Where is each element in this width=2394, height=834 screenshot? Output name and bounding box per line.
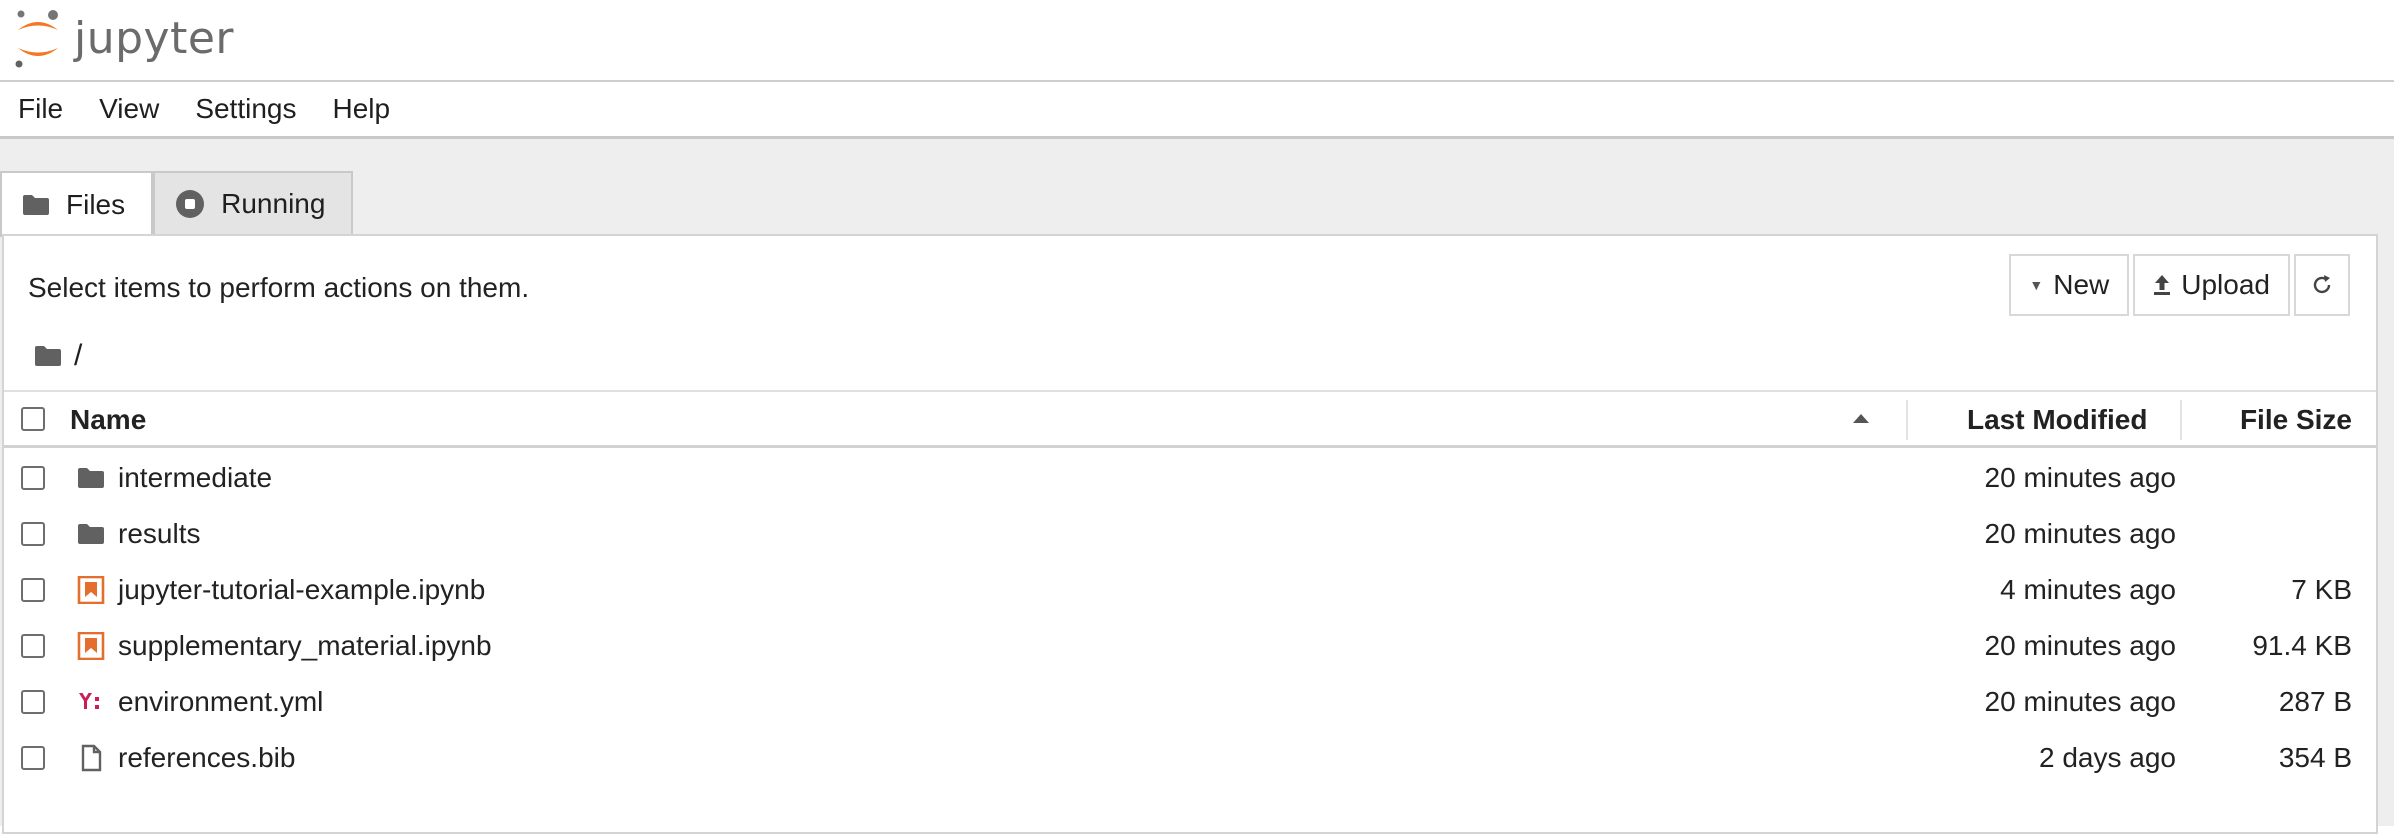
- file-modified: 20 minutes ago: [1984, 630, 2176, 661]
- notebook-icon: [76, 575, 106, 605]
- yaml-icon: [76, 688, 106, 716]
- upload-button[interactable]: Upload: [2133, 254, 2290, 316]
- select-all-checkbox[interactable]: [21, 407, 45, 431]
- notebook-icon: [76, 631, 106, 661]
- breadcrumb: /: [34, 339, 82, 373]
- file-name[interactable]: supplementary_material.ipynb: [118, 618, 492, 674]
- menu-help[interactable]: Help: [314, 82, 408, 136]
- file-size: 7 KB: [2291, 574, 2352, 605]
- jupyter-logo-icon: [12, 6, 64, 70]
- tab-running[interactable]: Running: [153, 171, 354, 235]
- breadcrumb-root[interactable]: /: [74, 339, 82, 373]
- row-checkbox[interactable]: [21, 522, 45, 546]
- table-row[interactable]: supplementary_material.ipynb 20 minutes …: [4, 618, 2376, 674]
- file-name[interactable]: references.bib: [118, 730, 295, 786]
- jupyter-logo[interactable]: jupyter: [12, 6, 234, 70]
- column-header-file-size[interactable]: File Size: [2240, 392, 2352, 447]
- table-row[interactable]: intermediate 20 minutes ago: [4, 450, 2376, 506]
- tab-bar: Files Running: [0, 171, 354, 237]
- table-row[interactable]: references.bib 2 days ago 354 B: [4, 730, 2376, 786]
- menu-file[interactable]: File: [0, 82, 81, 136]
- folder-icon: [76, 464, 106, 492]
- refresh-button[interactable]: [2294, 254, 2350, 316]
- file-name[interactable]: results: [118, 506, 200, 562]
- upload-button-label: Upload: [2181, 269, 2270, 300]
- file-modified: 20 minutes ago: [1984, 686, 2176, 717]
- new-button-label: New: [2053, 269, 2110, 300]
- row-checkbox[interactable]: [21, 690, 45, 714]
- table-row[interactable]: results 20 minutes ago: [4, 506, 2376, 562]
- row-checkbox[interactable]: [21, 746, 45, 770]
- file-name[interactable]: jupyter-tutorial-example.ipynb: [118, 562, 485, 618]
- column-divider[interactable]: [2180, 400, 2182, 440]
- sort-ascending-icon[interactable]: [1853, 414, 1869, 423]
- column-header-last-modified[interactable]: Last Modified: [1967, 392, 2147, 447]
- table-row[interactable]: environment.yml 20 minutes ago 287 B: [4, 674, 2376, 730]
- file-size: 91.4 KB: [2252, 630, 2352, 661]
- refresh-icon: [2310, 273, 2334, 297]
- file-size: 354 B: [2278, 742, 2352, 773]
- table-header: Name Last Modified File Size: [4, 390, 2376, 448]
- menu-settings[interactable]: Settings: [177, 82, 314, 136]
- file-name[interactable]: environment.yml: [118, 674, 323, 730]
- column-header-name[interactable]: Name: [70, 392, 146, 447]
- folder-icon: [76, 520, 106, 548]
- file-size: 287 B: [2278, 686, 2352, 717]
- row-checkbox[interactable]: [21, 634, 45, 658]
- file-toolbar: ▼ New Upload: [2009, 254, 2350, 316]
- new-button[interactable]: ▼ New: [2009, 254, 2130, 316]
- tab-files[interactable]: Files: [0, 171, 154, 237]
- table-row[interactable]: jupyter-tutorial-example.ipynb 4 minutes…: [4, 562, 2376, 618]
- folder-icon: [22, 194, 50, 216]
- file-modified: 20 minutes ago: [1984, 462, 2176, 493]
- logo-text: jupyter: [74, 12, 234, 64]
- row-checkbox[interactable]: [21, 578, 45, 602]
- file-modified: 20 minutes ago: [1984, 518, 2176, 549]
- menubar: File View Settings Help: [0, 82, 2394, 139]
- caret-down-icon: ▼: [2029, 277, 2044, 293]
- stop-circle-icon: [175, 189, 205, 219]
- file-modified: 4 minutes ago: [2000, 574, 2176, 605]
- file-name[interactable]: intermediate: [118, 450, 272, 506]
- file-browser-panel: Select items to perform actions on them.…: [2, 234, 2378, 834]
- upload-icon: [2153, 274, 2171, 296]
- file-icon: [76, 744, 106, 772]
- tab-files-label: Files: [66, 189, 126, 220]
- file-modified: 2 days ago: [2039, 742, 2176, 773]
- menu-view[interactable]: View: [81, 82, 177, 136]
- row-checkbox[interactable]: [21, 466, 45, 490]
- tab-running-label: Running: [221, 188, 326, 219]
- top-header: jupyter: [0, 0, 2394, 82]
- column-divider[interactable]: [1906, 400, 1908, 440]
- help-text: Select items to perform actions on them.: [28, 272, 530, 303]
- folder-icon[interactable]: [34, 345, 62, 367]
